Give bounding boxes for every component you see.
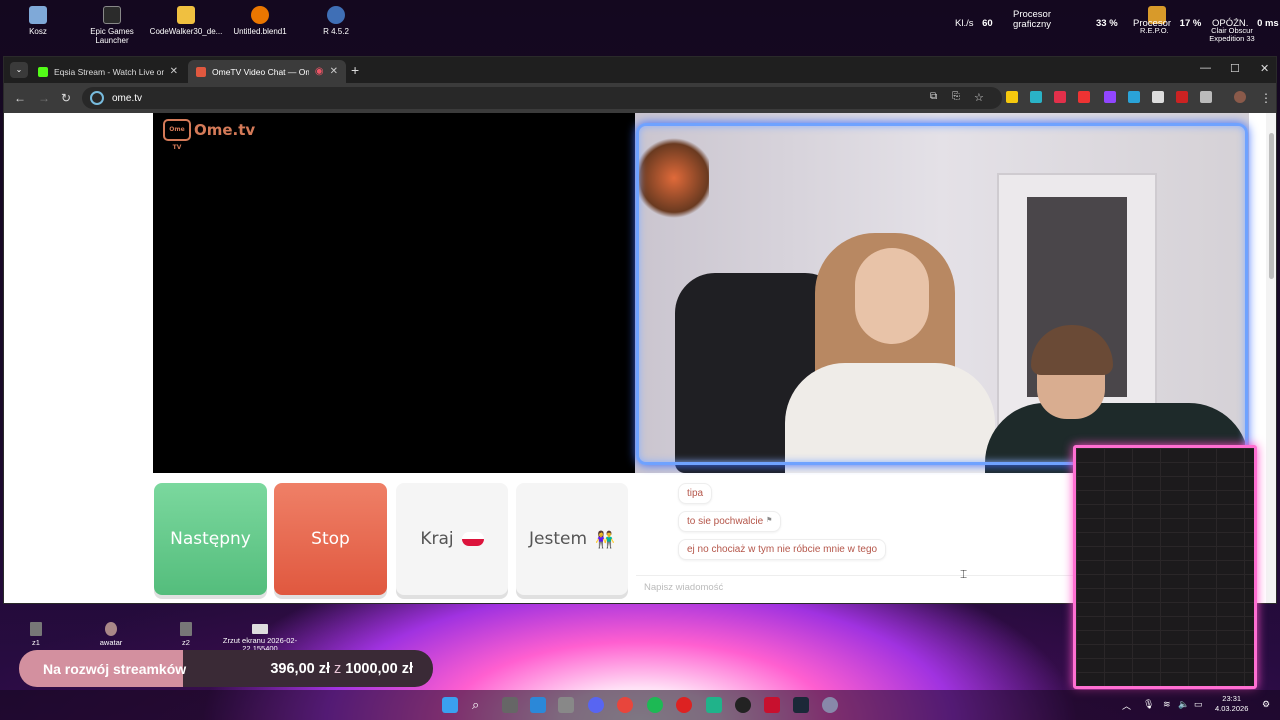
site-info-icon[interactable] [90, 91, 104, 105]
taskbar-clock[interactable]: 23:31 4.03.2026 [1215, 694, 1248, 714]
microphone-icon[interactable]: 🎙 [1143, 699, 1154, 710]
folder-icon [177, 6, 195, 24]
app-icon[interactable] [558, 697, 574, 713]
extension-red-icon[interactable] [1176, 91, 1188, 103]
dark-app-icon[interactable] [735, 697, 751, 713]
desktop-file-z2[interactable]: z2 [164, 622, 208, 647]
r-language-icon [327, 6, 345, 24]
cast-icon[interactable]: ⎘ [952, 91, 960, 102]
chat-message: ej no chociaż w tym nie róbcie mnie w te… [678, 539, 887, 560]
volume-icon[interactable]: 🔈 [1178, 699, 1189, 710]
clair-obscur-label: Clair Obscur Expedition 33 [1209, 26, 1255, 43]
desktop-icon-blend[interactable]: Untitled.blend1 [222, 6, 298, 36]
stream-overlay-box [1073, 445, 1257, 689]
own-camera-view: Ome TV Ome.tv [153, 113, 635, 473]
task-view-icon[interactable] [502, 697, 518, 713]
close-icon[interactable]: ✕ [330, 66, 338, 77]
profile-avatar-icon[interactable] [1234, 91, 1246, 103]
extension-w-icon[interactable] [1006, 91, 1018, 103]
blender-icon [251, 6, 269, 24]
extensions-puzzle-icon[interactable] [1200, 91, 1212, 103]
chat-input[interactable]: Napisz wiadomość [636, 575, 1076, 599]
tab-strip: ⌄ Eqsia Stream - Watch Live on K ✕ OmeTV… [4, 57, 1276, 83]
wifi-icon[interactable]: ≋ [1163, 699, 1171, 710]
extension-abp-icon[interactable] [1054, 91, 1066, 103]
translate-icon[interactable]: ⧉ [930, 91, 937, 102]
poland-flag-icon [461, 532, 484, 546]
red-app-icon[interactable] [676, 697, 692, 713]
file-icon [30, 622, 42, 636]
next-button[interactable]: Następny [154, 483, 267, 595]
green-app-icon[interactable] [706, 697, 722, 713]
minimize-button[interactable]: — [1200, 62, 1211, 74]
extension-pen-icon[interactable] [1152, 91, 1164, 103]
couple-icon: 👫 [595, 529, 615, 549]
extension-rec-icon[interactable] [1078, 91, 1090, 103]
new-tab-button[interactable]: + [351, 62, 359, 78]
tab-kick-stream[interactable]: Eqsia Stream - Watch Live on K ✕ [30, 60, 186, 83]
tab-search-button[interactable]: ⌄ [10, 62, 28, 78]
chrome-icon[interactable] [617, 697, 633, 713]
image-icon [105, 622, 117, 636]
desktop-icon-codewalker[interactable]: CodeWalker30_de... [148, 6, 224, 36]
kick-favicon-icon [38, 66, 48, 77]
desktop-file-z1[interactable]: z1 [14, 622, 58, 647]
epic-games-icon [103, 6, 121, 24]
gpu-stat-label: Procesor graficzny [1012, 9, 1051, 30]
chat-message: to sie pochwalcie ⚑ [678, 511, 782, 532]
maximize-button[interactable]: ☐ [1230, 62, 1240, 75]
stop-button[interactable]: Stop [274, 483, 387, 595]
ometv-logo-icon: Ome TV [163, 119, 191, 151]
image-icon [252, 624, 268, 634]
mouse-cursor-icon: ⌶ [960, 567, 968, 581]
reload-button[interactable]: ↻ [61, 91, 71, 105]
bookmark-star-icon[interactable]: ☆ [974, 91, 984, 104]
extension-7tv-icon[interactable] [1030, 91, 1042, 103]
steam-icon[interactable] [793, 697, 809, 713]
recording-dot-icon: ◉ [314, 66, 324, 77]
fps-stat: Kl./s 60 [955, 18, 993, 29]
close-icon[interactable]: ✕ [170, 66, 178, 77]
start-windows-icon[interactable] [442, 697, 458, 713]
report-flag-icon[interactable]: ⚑ [766, 517, 772, 524]
explorer-icon[interactable] [530, 697, 546, 713]
desktop-icon-epic-games[interactable]: Epic Games Launcher [74, 6, 150, 45]
menu-kebab-icon[interactable]: ⋮ [1260, 91, 1272, 105]
country-button[interactable]: Kraj [396, 483, 508, 595]
address-bar[interactable]: ome.tv [82, 87, 1002, 109]
battery-icon[interactable]: ▭ [1194, 699, 1203, 710]
back-button[interactable]: ← [14, 91, 26, 105]
file-icon [180, 622, 192, 636]
page-scrollbar[interactable] [1266, 113, 1276, 603]
extension-m-icon[interactable] [1128, 91, 1140, 103]
desktop-icon-r[interactable]: R 4.5.2 [298, 6, 374, 36]
window-close-button[interactable]: ✕ [1260, 62, 1269, 75]
gpu-stat-value: 33 % [1096, 18, 1118, 29]
tray-chevron-icon[interactable]: ︿ [1122, 699, 1131, 712]
extension-twitch-icon[interactable] [1104, 91, 1116, 103]
repo-game-label: R.E.P.O. [1140, 26, 1169, 35]
ometv-favicon-icon [196, 66, 206, 77]
goal-amount: 396,00 zł z 1000,00 zł [270, 660, 413, 677]
settings-app-icon[interactable] [822, 697, 838, 713]
forward-button[interactable]: → [38, 91, 50, 105]
discord-icon[interactable] [588, 697, 604, 713]
stream-goal-bar: Na rozwój streamków 396,00 zł z 1000,00 zł [19, 650, 433, 687]
ometv-logo: Ome TV Ome.tv [163, 119, 255, 151]
desktop-icon-recycle-bin[interactable]: Kosz [0, 6, 76, 36]
chat-message: tipa [678, 483, 713, 504]
chat-panel: tipa to sie pochwalcie ⚑ ej no chociaż w … [636, 475, 1076, 599]
red-square-app-icon[interactable] [764, 697, 780, 713]
browser-toolbar: ← → ↻ ome.tv ⧉ ⎘ ☆ ⋮ [4, 83, 1276, 113]
tab-ometv[interactable]: OmeTV Video Chat — Ome ◉ ✕ [188, 60, 346, 83]
gender-button[interactable]: Jestem 👫 [516, 483, 628, 595]
desktop-file-awatar[interactable]: awatar [89, 622, 133, 647]
taskbar: ⌕ ︿ 🎙 ≋ 🔈 ▭ 23:31 4.03.2026 ⚙ [0, 690, 1280, 720]
scrollbar-thumb[interactable] [1269, 133, 1274, 279]
recycle-bin-icon [29, 6, 47, 24]
neon-camera-frame [636, 123, 1248, 465]
notifications-icon[interactable]: ⚙ [1262, 699, 1270, 710]
search-icon[interactable]: ⌕ [472, 697, 488, 713]
spotify-icon[interactable] [647, 697, 663, 713]
